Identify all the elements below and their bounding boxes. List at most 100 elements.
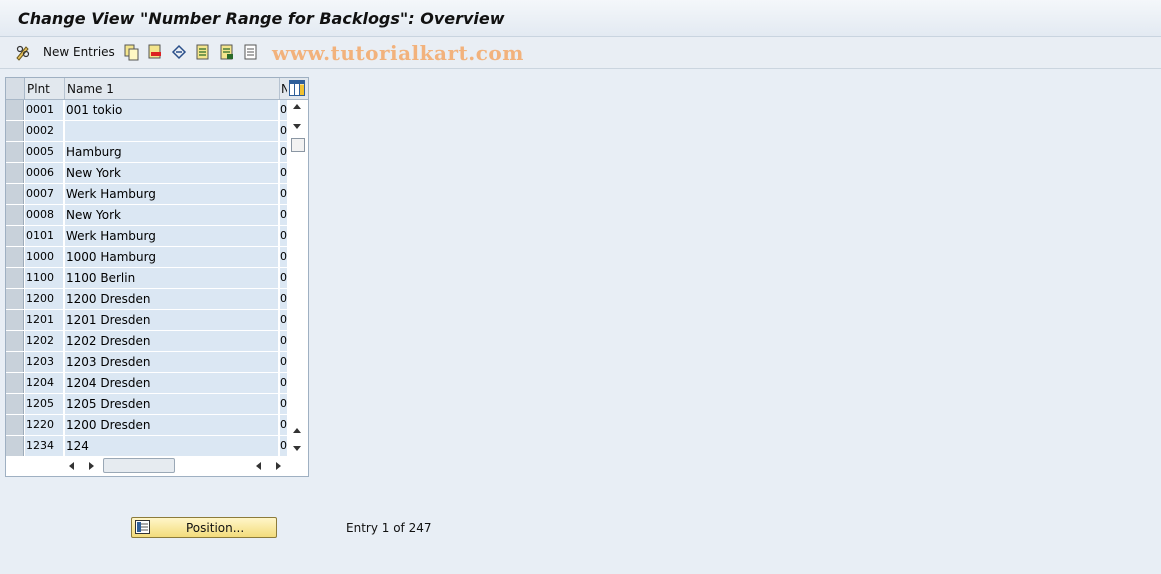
cell-name1[interactable]: Werk Hamburg bbox=[65, 226, 279, 246]
column-header-plnt[interactable]: Plnt bbox=[27, 82, 50, 96]
cell-n[interactable]: 0 bbox=[280, 331, 287, 351]
scroll-right-icon-2[interactable] bbox=[276, 462, 281, 470]
cell-n[interactable]: 0 bbox=[280, 163, 287, 183]
cell-n[interactable]: 0 bbox=[280, 121, 287, 141]
cell-n[interactable]: 0 bbox=[280, 205, 287, 225]
page-up-icon[interactable] bbox=[293, 428, 301, 433]
row-selector[interactable] bbox=[6, 289, 24, 309]
table-row[interactable]: 1200 1200 Dresden 0 bbox=[6, 289, 287, 310]
cell-plnt[interactable]: 1200 bbox=[25, 289, 64, 309]
row-selector[interactable] bbox=[6, 247, 24, 267]
cell-plnt[interactable]: 0007 bbox=[25, 184, 64, 204]
horizontal-scrollbar[interactable] bbox=[6, 456, 308, 476]
cell-name1[interactable]: New York bbox=[65, 163, 279, 183]
cell-plnt[interactable]: 0008 bbox=[25, 205, 64, 225]
cell-n[interactable]: 0 bbox=[280, 247, 287, 267]
row-selector[interactable] bbox=[6, 205, 24, 225]
cell-n[interactable]: 0 bbox=[280, 394, 287, 414]
scroll-up-icon[interactable] bbox=[293, 104, 301, 109]
new-entries-button[interactable]: New Entries bbox=[43, 45, 115, 59]
cell-plnt[interactable]: 0005 bbox=[25, 142, 64, 162]
cell-n[interactable]: 0 bbox=[280, 184, 287, 204]
row-selector[interactable] bbox=[6, 268, 24, 288]
cell-plnt[interactable]: 1201 bbox=[25, 310, 64, 330]
scroll-down-icon[interactable] bbox=[293, 446, 301, 451]
cell-name1[interactable]: 1205 Dresden bbox=[65, 394, 279, 414]
row-selector[interactable] bbox=[6, 226, 24, 246]
table-row[interactable]: 1204 1204 Dresden 0 bbox=[6, 373, 287, 394]
cell-name1[interactable] bbox=[65, 121, 279, 141]
cell-plnt[interactable]: 1100 bbox=[25, 268, 64, 288]
cell-n[interactable]: 0 bbox=[280, 100, 287, 120]
cell-plnt[interactable]: 1000 bbox=[25, 247, 64, 267]
cell-n[interactable]: 0 bbox=[280, 226, 287, 246]
row-selector[interactable] bbox=[6, 163, 24, 183]
cell-n[interactable]: 0 bbox=[280, 436, 287, 456]
row-selector[interactable] bbox=[6, 142, 24, 162]
row-selector[interactable] bbox=[6, 394, 24, 414]
cell-name1[interactable]: Werk Hamburg bbox=[65, 184, 279, 204]
cell-name1[interactable]: Hamburg bbox=[65, 142, 279, 162]
table-row[interactable]: 0101 Werk Hamburg 0 bbox=[6, 226, 287, 247]
cell-name1[interactable]: 1204 Dresden bbox=[65, 373, 279, 393]
table-row[interactable]: 1205 1205 Dresden 0 bbox=[6, 394, 287, 415]
cell-n[interactable]: 0 bbox=[280, 373, 287, 393]
cell-plnt[interactable]: 0101 bbox=[25, 226, 64, 246]
table-row[interactable]: 1100 1100 Berlin 0 bbox=[6, 268, 287, 289]
cell-plnt[interactable]: 1234 bbox=[25, 436, 64, 456]
cell-name1[interactable]: 1200 Dresden bbox=[65, 415, 279, 435]
cell-plnt[interactable]: 0002 bbox=[25, 121, 64, 141]
row-selector[interactable] bbox=[6, 121, 24, 141]
cell-plnt[interactable]: 1202 bbox=[25, 331, 64, 351]
deselect-all-icon[interactable] bbox=[242, 43, 260, 61]
table-row[interactable]: 0001 001 tokio 0 bbox=[6, 100, 287, 121]
cell-n[interactable]: 0 bbox=[280, 142, 287, 162]
cell-plnt[interactable]: 1205 bbox=[25, 394, 64, 414]
cell-n[interactable]: 0 bbox=[280, 268, 287, 288]
cell-n[interactable]: 0 bbox=[280, 352, 287, 372]
select-all-rows-button[interactable] bbox=[6, 78, 25, 99]
column-header-name1[interactable]: Name 1 bbox=[67, 82, 114, 96]
cell-name1[interactable]: 1000 Hamburg bbox=[65, 247, 279, 267]
table-row[interactable]: 0005 Hamburg 0 bbox=[6, 142, 287, 163]
table-row[interactable]: 1203 1203 Dresden 0 bbox=[6, 352, 287, 373]
row-selector[interactable] bbox=[6, 310, 24, 330]
cell-n[interactable]: 0 bbox=[280, 310, 287, 330]
table-row[interactable]: 0006 New York 0 bbox=[6, 163, 287, 184]
row-selector[interactable] bbox=[6, 373, 24, 393]
table-row[interactable]: 1234 124 0 bbox=[6, 436, 287, 457]
table-row[interactable]: 1202 1202 Dresden 0 bbox=[6, 331, 287, 352]
scroll-thumb[interactable] bbox=[291, 138, 305, 152]
row-selector[interactable] bbox=[6, 436, 24, 456]
table-row[interactable]: 0008 New York 0 bbox=[6, 205, 287, 226]
cell-name1[interactable]: 124 bbox=[65, 436, 279, 456]
undo-icon[interactable] bbox=[170, 43, 188, 61]
cell-n[interactable]: 0 bbox=[280, 415, 287, 435]
cell-plnt[interactable]: 1203 bbox=[25, 352, 64, 372]
table-row[interactable]: 0002 0 bbox=[6, 121, 287, 142]
row-selector[interactable] bbox=[6, 100, 24, 120]
row-selector[interactable] bbox=[6, 415, 24, 435]
cell-name1[interactable]: 1200 Dresden bbox=[65, 289, 279, 309]
column-header-n[interactable]: N bbox=[281, 82, 287, 96]
cell-name1[interactable]: 001 tokio bbox=[65, 100, 279, 120]
delete-icon[interactable] bbox=[146, 43, 164, 61]
scroll-left-icon-2[interactable] bbox=[256, 462, 261, 470]
scroll-right-icon[interactable] bbox=[89, 462, 94, 470]
page-down-icon[interactable] bbox=[293, 124, 301, 129]
select-all-icon[interactable] bbox=[194, 43, 212, 61]
row-selector[interactable] bbox=[6, 331, 24, 351]
cell-plnt[interactable]: 0006 bbox=[25, 163, 64, 183]
pencil-glasses-icon[interactable] bbox=[14, 43, 32, 61]
position-button[interactable]: Position... bbox=[131, 517, 277, 538]
cell-plnt[interactable]: 1220 bbox=[25, 415, 64, 435]
cell-plnt[interactable]: 0001 bbox=[25, 100, 64, 120]
table-settings-icon[interactable] bbox=[289, 80, 305, 96]
vertical-scrollbar[interactable] bbox=[289, 100, 306, 456]
table-row[interactable]: 1201 1201 Dresden 0 bbox=[6, 310, 287, 331]
table-row[interactable]: 1000 1000 Hamburg 0 bbox=[6, 247, 287, 268]
cell-name1[interactable]: 1100 Berlin bbox=[65, 268, 279, 288]
scroll-left-icon[interactable] bbox=[69, 462, 74, 470]
copy-icon[interactable] bbox=[122, 43, 140, 61]
cell-plnt[interactable]: 1204 bbox=[25, 373, 64, 393]
